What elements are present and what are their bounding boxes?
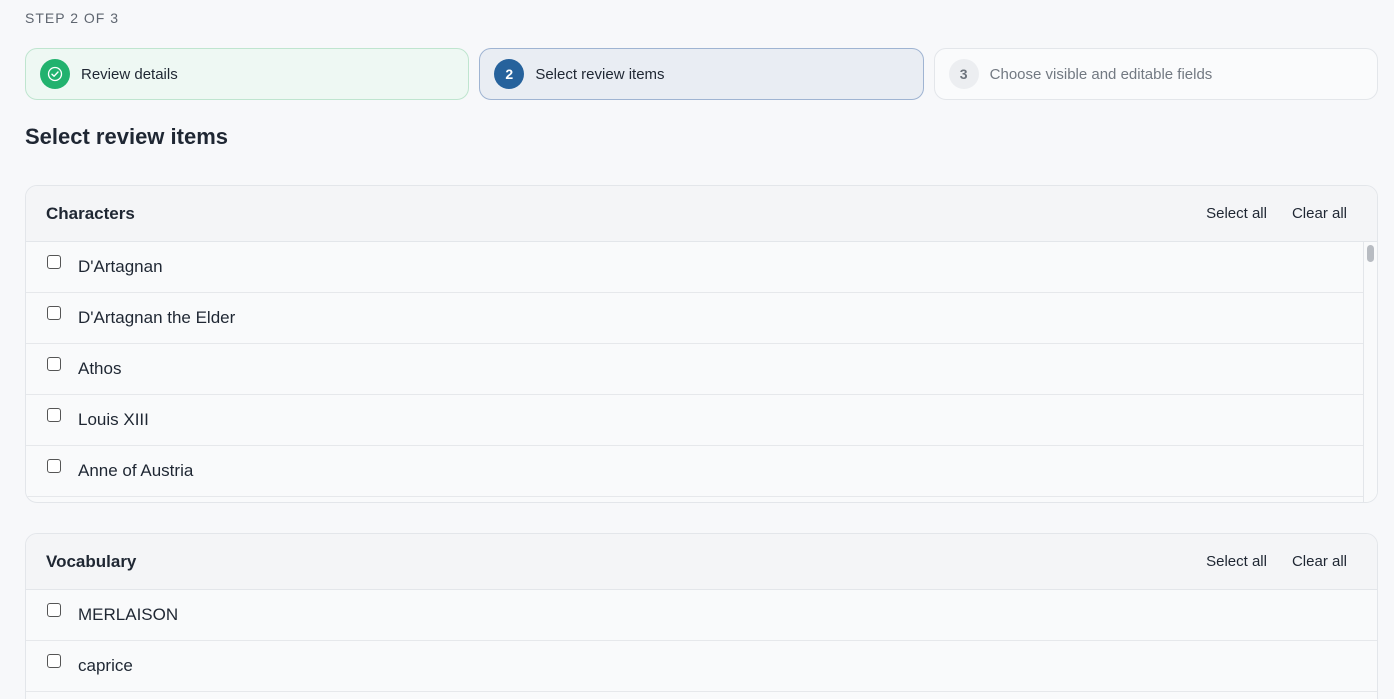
item-label: D'Artagnan the Elder (78, 308, 236, 327)
select-all-button[interactable]: Select all (1206, 205, 1267, 222)
list-item[interactable]: Athos (26, 344, 1377, 395)
step-label: Select review items (535, 65, 665, 83)
panel-header: Vocabulary Select all Clear all (26, 534, 1377, 590)
list-item[interactable]: MERLAISON (26, 590, 1377, 641)
clear-all-button[interactable]: Clear all (1292, 553, 1347, 570)
step-review-details[interactable]: Review details (25, 48, 470, 100)
item-label: Louis XIII (78, 410, 149, 429)
item-label: D'Artagnan (78, 257, 163, 276)
scrollbar[interactable] (1363, 242, 1377, 502)
item-label: Athos (78, 359, 122, 378)
list-item[interactable]: Louis XIII (26, 395, 1377, 446)
list-item[interactable]: D'Artagnan (26, 242, 1377, 293)
characters-list: D'Artagnan D'Artagnan the Elder Athos Lo… (26, 242, 1377, 502)
list-item[interactable]: Anne of Austria (26, 446, 1377, 497)
step-number: 3 (948, 59, 979, 89)
item-checkbox[interactable] (47, 459, 61, 473)
item-checkbox[interactable] (47, 357, 61, 371)
stepper: Review details 2 Select review items 3 C… (25, 48, 1378, 100)
step-number: 2 (494, 59, 525, 89)
characters-panel: Characters Select all Clear all D'Artagn… (25, 185, 1378, 503)
panel-actions: Select all Clear all (1206, 553, 1347, 570)
check-icon (40, 59, 70, 89)
vocabulary-panel: Vocabulary Select all Clear all MERLAISO… (25, 533, 1378, 699)
item-label: MERLAISON (78, 605, 179, 624)
panel-title: Vocabulary (46, 551, 137, 571)
panel-title: Characters (46, 203, 135, 223)
vocabulary-list: MERLAISON caprice (26, 590, 1377, 692)
list-item[interactable]: caprice (26, 641, 1377, 692)
step-label: Review details (81, 65, 178, 83)
step-label: Choose visible and editable fields (989, 65, 1213, 83)
step-choose-fields[interactable]: 3 Choose visible and editable fields (933, 48, 1378, 100)
item-checkbox[interactable] (47, 603, 61, 617)
list-item[interactable]: D'Artagnan the Elder (26, 293, 1377, 344)
item-checkbox[interactable] (47, 408, 61, 422)
panel-actions: Select all Clear all (1206, 205, 1347, 222)
step-indicator: STEP 2 OF 3 (25, 10, 119, 26)
scrollbar-thumb[interactable] (1367, 245, 1374, 262)
panel-header: Characters Select all Clear all (26, 186, 1377, 242)
page: STEP 2 OF 3 Review details 2 Select revi… (0, 0, 1394, 699)
clear-all-button[interactable]: Clear all (1292, 205, 1347, 222)
item-checkbox[interactable] (47, 306, 61, 320)
item-checkbox[interactable] (47, 255, 61, 269)
item-checkbox[interactable] (47, 654, 61, 668)
select-all-button[interactable]: Select all (1206, 553, 1267, 570)
step-select-review-items[interactable]: 2 Select review items (479, 48, 924, 100)
item-label: Anne of Austria (78, 461, 194, 480)
item-label: caprice (78, 656, 133, 675)
section-title: Select review items (25, 124, 229, 149)
